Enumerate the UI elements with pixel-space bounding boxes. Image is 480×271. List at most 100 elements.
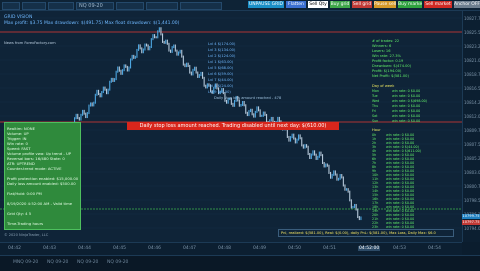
price-tick: 10812.00 (464, 114, 480, 119)
chart-summary: Max profit: $3.75 Max drawdown: $(491.75… (4, 21, 180, 26)
time-tick: 04:53 (393, 246, 406, 251)
buy-grid-button[interactable]: Buy grid (330, 1, 350, 8)
price-bar (352, 205, 354, 209)
pause-sell-button[interactable]: Pause sell (374, 1, 396, 8)
price-bar (197, 71, 199, 78)
price-bar (194, 66, 196, 71)
price-bar (187, 62, 189, 67)
price-bar (165, 39, 167, 44)
price-bar (131, 54, 133, 61)
toolbar-tab[interactable] (48, 2, 74, 10)
price-bar (186, 62, 188, 68)
price-bar (155, 36, 157, 39)
price-bar (288, 135, 290, 142)
price-tag-bid: 10799.75 (462, 214, 480, 219)
price-tick: 10794.00 (464, 226, 480, 231)
price-bar (77, 113, 79, 120)
instrument-tab[interactable]: NQ 09-20 (104, 259, 131, 267)
toolbar-tab[interactable] (146, 2, 178, 10)
price-bar (150, 38, 152, 49)
price-bar (190, 71, 192, 76)
buy-market-button[interactable]: Buy market (398, 1, 422, 8)
price-bar (262, 111, 264, 117)
price-bar (125, 64, 127, 68)
day-stats: win rate: 0 $0.00 (392, 94, 421, 98)
day-name: Tue (372, 94, 378, 98)
toolbar-tab[interactable] (2, 2, 20, 10)
price-bar (104, 86, 106, 91)
price-bar (198, 74, 200, 78)
price-tick: 10809.75 (464, 128, 480, 133)
price-bar (99, 93, 101, 98)
price-bar (296, 138, 298, 144)
price-bar (146, 43, 148, 47)
price-bar (245, 104, 247, 114)
price-bar (336, 173, 338, 181)
price-bar (344, 184, 346, 191)
unpause-grid-button[interactable]: UNPAUSE GRID (248, 1, 284, 8)
hour-title: Hour (372, 128, 381, 132)
day-name: Sun (372, 119, 379, 123)
price-bar (302, 144, 304, 149)
price-bar (360, 216, 362, 221)
price-bar (342, 176, 344, 187)
day-name: Mon (372, 89, 379, 93)
price-bar (202, 71, 204, 79)
price-bar (117, 66, 119, 73)
day-stats: win rate: 0 $0.00 (392, 104, 421, 108)
time-axis[interactable]: 04:42 04:43 04:44 04:45 04:46 04:47 04:48 04:49… (0, 242, 462, 255)
anchor-off-button[interactable]: Anchor OFF (454, 1, 480, 8)
price-tick: 10823.25 (464, 44, 480, 49)
price-bar (299, 134, 301, 140)
price-bar (298, 134, 300, 141)
price-bar (101, 91, 103, 98)
price-bar (152, 34, 154, 41)
sell-grid-button[interactable]: Sell grid (352, 1, 372, 8)
price-bar (243, 101, 245, 107)
price-bar (170, 49, 172, 53)
instrument-selector[interactable]: NQ 09-20 (76, 2, 114, 10)
price-bar (90, 102, 92, 107)
price-bar (291, 133, 293, 139)
time-tick: 04:51 (323, 246, 336, 251)
time-tick: 04:46 (148, 246, 161, 251)
price-bar (261, 114, 263, 117)
price-bar (307, 145, 309, 155)
price-bar (325, 163, 327, 168)
price-bar (205, 84, 207, 89)
day-name: Thu (372, 104, 379, 108)
instrument-tab[interactable]: NQ 09-20 (44, 259, 71, 267)
price-bar (85, 112, 87, 119)
price-bar (270, 116, 272, 122)
price-bar (331, 173, 333, 179)
toolbar-tab[interactable] (116, 2, 144, 10)
level-annotation: Lvl 6 $(59.00) (208, 72, 234, 76)
sell-market-button[interactable]: Sell market (424, 1, 452, 8)
price-bar (350, 199, 352, 209)
pnl-summary: Pnl, realized: $(581.00), Real: $(0.00),… (278, 229, 454, 237)
instrument-tab[interactable]: NQ 09-20 (74, 259, 101, 267)
instrument-tab[interactable]: MNQ 09-20 (10, 259, 41, 267)
price-bar (259, 109, 261, 117)
stat-line: Profit: $(194.00) (372, 69, 402, 73)
price-bar (149, 46, 151, 51)
stat-line: Winners: 6 (372, 44, 392, 48)
day-stats: win rate: 0 $0.00 (392, 114, 421, 118)
price-bar (314, 150, 316, 156)
price-bar (341, 174, 343, 179)
day-name: Fri (372, 109, 376, 113)
price-bar (120, 69, 122, 75)
sell-qty-button[interactable]: Sell Qty (308, 1, 328, 8)
price-bar (168, 42, 170, 52)
price-bar (323, 161, 325, 168)
toolbar-tab[interactable] (180, 2, 222, 10)
price-bar (248, 110, 250, 117)
time-tick: 04:44 (78, 246, 91, 251)
price-bar (310, 153, 312, 160)
price-tick: 10825.50 (464, 30, 480, 35)
price-bar (160, 27, 162, 36)
flatten-button[interactable]: Flatten (286, 1, 306, 8)
price-bar (122, 69, 124, 75)
toolbar-tab[interactable] (22, 2, 46, 10)
price-bar (195, 66, 197, 74)
